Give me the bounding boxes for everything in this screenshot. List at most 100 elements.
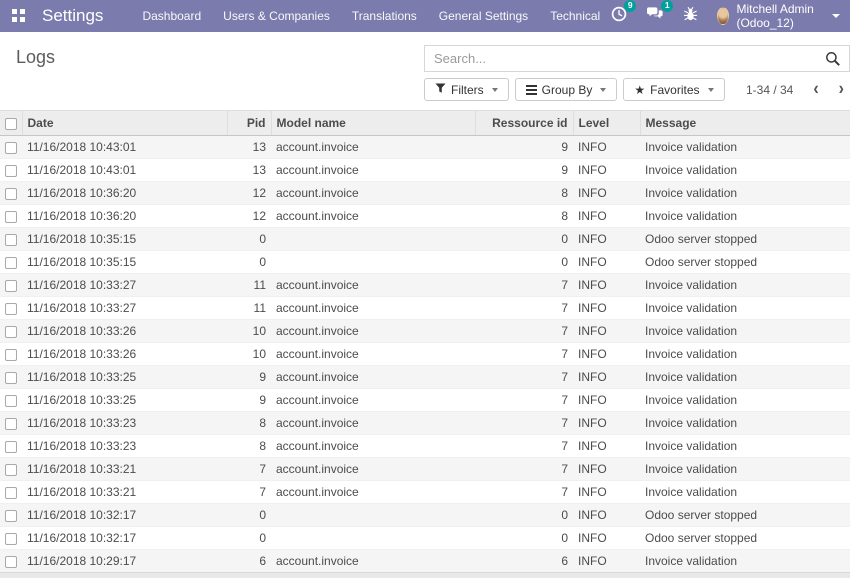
cell-pid: 11 <box>227 297 271 320</box>
cell-date: 11/16/2018 10:35:15 <box>22 251 227 274</box>
column-header-date[interactable]: Date <box>22 111 227 136</box>
row-checkbox[interactable] <box>5 234 17 246</box>
favorites-button[interactable]: ★ Favorites <box>623 78 724 101</box>
search-icon[interactable] <box>825 51 841 72</box>
row-checkbox[interactable] <box>5 326 17 338</box>
menu-item-users-companies[interactable]: Users & Companies <box>212 0 341 32</box>
table-row[interactable]: 11/16/2018 10:33:2610account.invoice7INF… <box>0 320 850 343</box>
table-row[interactable]: 11/16/2018 10:33:217account.invoice7INFO… <box>0 458 850 481</box>
column-header-pid[interactable]: Pid <box>227 111 271 136</box>
row-checkbox[interactable] <box>5 556 17 568</box>
menu-item-technical[interactable]: Technical <box>539 0 611 32</box>
table-row[interactable]: 11/16/2018 10:33:217account.invoice7INFO… <box>0 481 850 504</box>
cell-pid: 9 <box>227 389 271 412</box>
table-row[interactable]: 11/16/2018 10:33:2711account.invoice7INF… <box>0 297 850 320</box>
table-row[interactable]: 11/16/2018 10:43:0113account.invoice9INF… <box>0 136 850 159</box>
cell-message: Odoo server stopped <box>640 504 850 527</box>
cell-pid: 7 <box>227 481 271 504</box>
column-header-ressource-id[interactable]: Ressource id <box>475 111 573 136</box>
row-checkbox-cell <box>0 228 22 251</box>
table-row[interactable]: 11/16/2018 10:33:238account.invoice7INFO… <box>0 412 850 435</box>
table-row[interactable]: 11/16/2018 10:33:259account.invoice7INFO… <box>0 366 850 389</box>
row-checkbox-cell <box>0 136 22 159</box>
cell-date: 11/16/2018 10:33:23 <box>22 412 227 435</box>
user-menu[interactable]: Mitchell Admin (Odoo_12) <box>717 2 840 30</box>
cell-date: 11/16/2018 10:36:20 <box>22 205 227 228</box>
cell-message: Invoice validation <box>640 435 850 458</box>
cell-date: 11/16/2018 10:33:27 <box>22 274 227 297</box>
row-checkbox[interactable] <box>5 257 17 269</box>
cell-model-name: account.invoice <box>271 205 475 228</box>
row-checkbox[interactable] <box>5 418 17 430</box>
cell-level: INFO <box>573 527 640 550</box>
row-checkbox[interactable] <box>5 441 17 453</box>
table-row[interactable]: 11/16/2018 10:33:2610account.invoice7INF… <box>0 343 850 366</box>
row-checkbox[interactable] <box>5 349 17 361</box>
row-checkbox[interactable] <box>5 188 17 200</box>
activity-menu-button[interactable]: 9 <box>611 6 627 27</box>
pager-previous-button[interactable]: ‹ <box>813 80 818 98</box>
row-checkbox-cell <box>0 251 22 274</box>
row-checkbox-cell <box>0 527 22 550</box>
debug-menu-button[interactable] <box>683 6 698 27</box>
table-header-row: Date Pid Model name Ressource id Level M… <box>0 111 850 136</box>
pager-next-button[interactable]: › <box>839 80 844 98</box>
row-checkbox[interactable] <box>5 510 17 522</box>
cell-date: 11/16/2018 10:36:20 <box>22 182 227 205</box>
table-row[interactable]: 11/16/2018 10:35:1500INFOOdoo server sto… <box>0 228 850 251</box>
select-all-checkbox[interactable] <box>5 118 17 130</box>
cell-pid: 12 <box>227 182 271 205</box>
table-row[interactable]: 11/16/2018 10:33:238account.invoice7INFO… <box>0 435 850 458</box>
cell-model-name <box>271 251 475 274</box>
cell-pid: 10 <box>227 320 271 343</box>
row-checkbox[interactable] <box>5 165 17 177</box>
filters-button[interactable]: Filters <box>424 78 509 101</box>
table-row[interactable]: 11/16/2018 10:32:1700INFOOdoo server sto… <box>0 504 850 527</box>
table-row[interactable]: 11/16/2018 10:35:1500INFOOdoo server sto… <box>0 251 850 274</box>
row-checkbox-cell <box>0 159 22 182</box>
cell-model-name: account.invoice <box>271 481 475 504</box>
cell-ressource-id: 8 <box>475 205 573 228</box>
cell-date: 11/16/2018 10:32:17 <box>22 504 227 527</box>
apps-menu-icon[interactable] <box>12 9 25 23</box>
row-checkbox[interactable] <box>5 303 17 315</box>
row-checkbox[interactable] <box>5 464 17 476</box>
menu-item-translations[interactable]: Translations <box>341 0 428 32</box>
row-checkbox[interactable] <box>5 142 17 154</box>
row-checkbox-cell <box>0 274 22 297</box>
cell-pid: 0 <box>227 228 271 251</box>
cell-message: Invoice validation <box>640 205 850 228</box>
table-row[interactable]: 11/16/2018 10:33:259account.invoice7INFO… <box>0 389 850 412</box>
row-checkbox[interactable] <box>5 372 17 384</box>
app-title[interactable]: Settings <box>42 6 103 26</box>
search-input[interactable] <box>425 46 849 71</box>
row-checkbox-cell <box>0 182 22 205</box>
control-panel: Logs Filters Group By ★ Favor <box>0 32 850 110</box>
column-header-level[interactable]: Level <box>573 111 640 136</box>
filter-toolbar: Filters Group By ★ Favorites 1-34 / 34 ‹… <box>424 78 850 101</box>
row-checkbox[interactable] <box>5 395 17 407</box>
cell-date: 11/16/2018 10:33:25 <box>22 389 227 412</box>
cell-level: INFO <box>573 343 640 366</box>
row-checkbox[interactable] <box>5 211 17 223</box>
row-checkbox-cell <box>0 481 22 504</box>
table-row[interactable]: 11/16/2018 10:32:1700INFOOdoo server sto… <box>0 527 850 550</box>
table-row[interactable]: 11/16/2018 10:36:2012account.invoice8INF… <box>0 205 850 228</box>
column-header-message[interactable]: Message <box>640 111 850 136</box>
cell-pid: 13 <box>227 159 271 182</box>
cell-pid: 0 <box>227 527 271 550</box>
column-header-model-name[interactable]: Model name <box>271 111 475 136</box>
messages-menu-button[interactable]: 1 <box>646 6 664 26</box>
table-row[interactable]: 11/16/2018 10:43:0113account.invoice9INF… <box>0 159 850 182</box>
menu-item-general-settings[interactable]: General Settings <box>428 0 539 32</box>
cell-ressource-id: 7 <box>475 458 573 481</box>
table-row[interactable]: 11/16/2018 10:33:2711account.invoice7INF… <box>0 274 850 297</box>
group-by-button[interactable]: Group By <box>515 78 618 101</box>
cell-date: 11/16/2018 10:33:26 <box>22 320 227 343</box>
cell-ressource-id: 7 <box>475 366 573 389</box>
menu-item-dashboard[interactable]: Dashboard <box>131 0 212 32</box>
row-checkbox[interactable] <box>5 533 17 545</box>
table-row[interactable]: 11/16/2018 10:36:2012account.invoice8INF… <box>0 182 850 205</box>
row-checkbox[interactable] <box>5 280 17 292</box>
row-checkbox[interactable] <box>5 487 17 499</box>
